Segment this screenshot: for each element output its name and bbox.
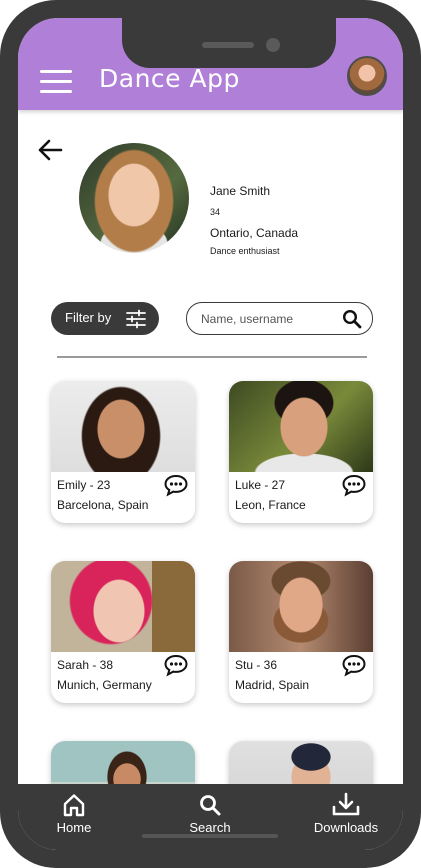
phone-notch <box>122 18 336 68</box>
sliders-icon <box>126 309 146 329</box>
search-icon <box>200 795 221 816</box>
profile-photo <box>79 143 189 253</box>
menu-icon[interactable] <box>40 68 72 94</box>
speaker-grille <box>202 42 254 48</box>
download-icon <box>332 792 360 816</box>
user-photo <box>51 381 195 472</box>
bottom-nav: Home Search Downloads <box>18 784 403 850</box>
phone-frame: Dance App Jane Smith 34 Ontario, Canada … <box>0 0 421 868</box>
user-name-age: Luke - 27 <box>235 478 286 492</box>
back-arrow-icon[interactable] <box>36 136 64 164</box>
user-name-age: Emily - 23 <box>57 478 111 492</box>
user-card[interactable]: Emily - 23 Barcelona, Spain <box>51 381 195 523</box>
nav-downloads[interactable]: Downloads <box>308 792 384 835</box>
user-card[interactable]: Luke - 27 Leon, France <box>229 381 373 523</box>
nav-search-label: Search <box>189 820 231 835</box>
user-location: Leon, France <box>235 498 306 512</box>
user-name-age: Stu - 36 <box>235 658 278 672</box>
user-location: Munich, Germany <box>57 678 152 692</box>
chat-bubble-icon[interactable] <box>341 653 367 677</box>
profile-name: Jane Smith <box>210 184 271 198</box>
user-photo <box>51 561 195 652</box>
app-title: Dance App <box>99 64 240 93</box>
divider <box>57 356 367 358</box>
search-input[interactable] <box>201 309 326 328</box>
nav-search[interactable]: Search <box>182 792 238 835</box>
user-avatar[interactable] <box>347 56 387 96</box>
chat-bubble-icon[interactable] <box>341 473 367 497</box>
phone-screen: Dance App Jane Smith 34 Ontario, Canada … <box>18 18 403 850</box>
profile-location: Ontario, Canada <box>210 226 299 240</box>
search-box <box>186 302 373 335</box>
filter-button[interactable]: Filter by <box>51 302 159 335</box>
user-photo <box>229 381 373 472</box>
chat-bubble-icon[interactable] <box>163 653 189 677</box>
search-icon[interactable] <box>342 309 362 329</box>
user-card[interactable]: Sarah - 38 Munich, Germany <box>51 561 195 703</box>
chat-bubble-icon[interactable] <box>163 473 189 497</box>
user-name-age: Sarah - 38 <box>57 658 114 672</box>
profile-bio: Dance enthusiast <box>210 246 280 256</box>
user-card[interactable]: Stu - 36 Madrid, Spain <box>229 561 373 703</box>
nav-home-label: Home <box>56 820 92 835</box>
nav-home[interactable]: Home <box>54 792 94 835</box>
nav-downloads-label: Downloads <box>313 820 379 835</box>
profile-age: 34 <box>210 207 221 217</box>
user-photo <box>229 561 373 652</box>
home-indicator[interactable] <box>142 834 278 838</box>
front-camera <box>266 38 280 52</box>
filter-label: Filter by <box>65 310 112 325</box>
user-location: Madrid, Spain <box>235 678 310 692</box>
home-icon <box>63 794 85 817</box>
user-location: Barcelona, Spain <box>57 498 149 512</box>
